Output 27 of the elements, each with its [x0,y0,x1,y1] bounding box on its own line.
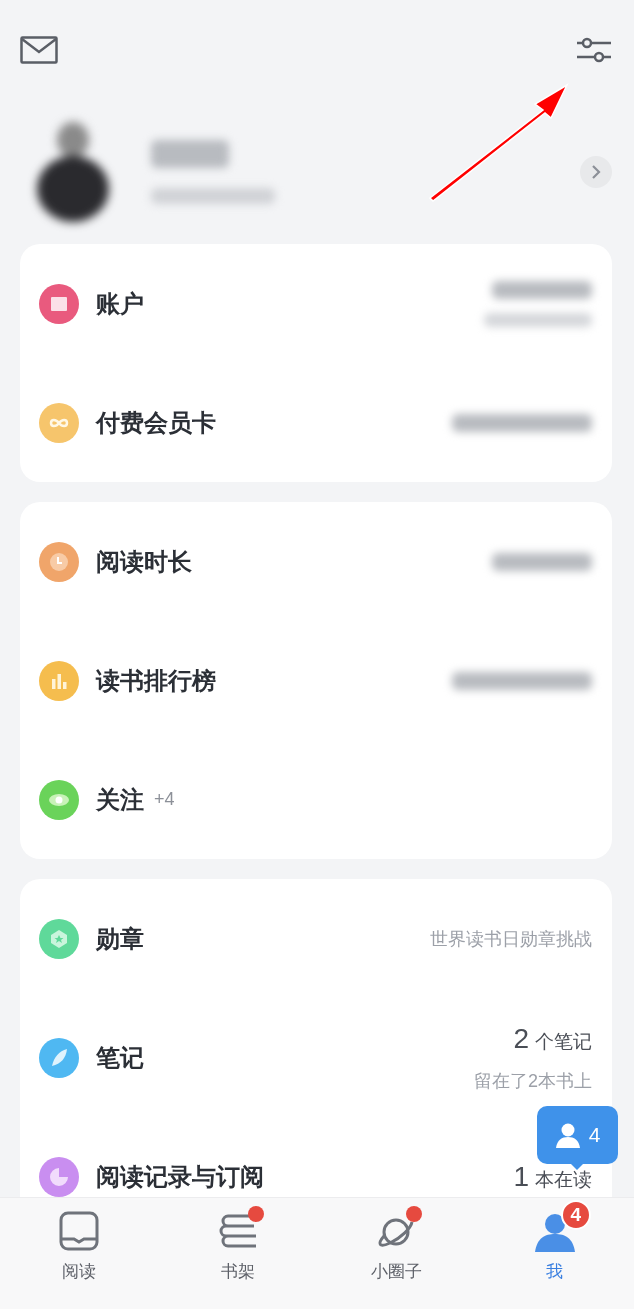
book-icon [57,1210,102,1254]
tab[interactable]: 阅读 [0,1198,159,1309]
row-label[interactable]: 勋章 [96,922,144,955]
chevron-button[interactable] [580,156,612,188]
chevron-icon [591,164,601,180]
row-label[interactable]: 读书排行榜 [96,664,216,697]
row-label[interactable]: 关注 [96,783,144,816]
tab[interactable]: 我 4 [475,1198,634,1309]
row-label[interactable]: 笔记 [96,1041,144,1074]
row-unit: 本在读 [535,1167,592,1192]
row-label[interactable]: 阅读记录与订阅 [96,1160,264,1193]
notification-badge: 4 [560,1200,591,1230]
row-label[interactable]: 账户 [96,287,144,320]
row-count: 1 [513,1160,529,1193]
settings-icon[interactable] [577,36,611,64]
blurred-avatar[interactable] [35,122,111,222]
follow-count: +4 [154,789,175,810]
row-label[interactable]: 阅读时长 [96,545,192,578]
row-detail: 世界读书日勋章挑战 [430,927,592,951]
row-label[interactable]: 付费会员卡 [96,406,216,439]
person-icon [554,1122,581,1148]
tab[interactable]: 小圈子 [317,1198,476,1309]
row-unit: 个笔记 [535,1029,592,1054]
row-detail: 留在了2本书上 [474,1069,592,1093]
tab[interactable]: 书架 [158,1198,317,1309]
mail-icon[interactable] [20,36,58,64]
row-count: 2 [513,1022,529,1055]
